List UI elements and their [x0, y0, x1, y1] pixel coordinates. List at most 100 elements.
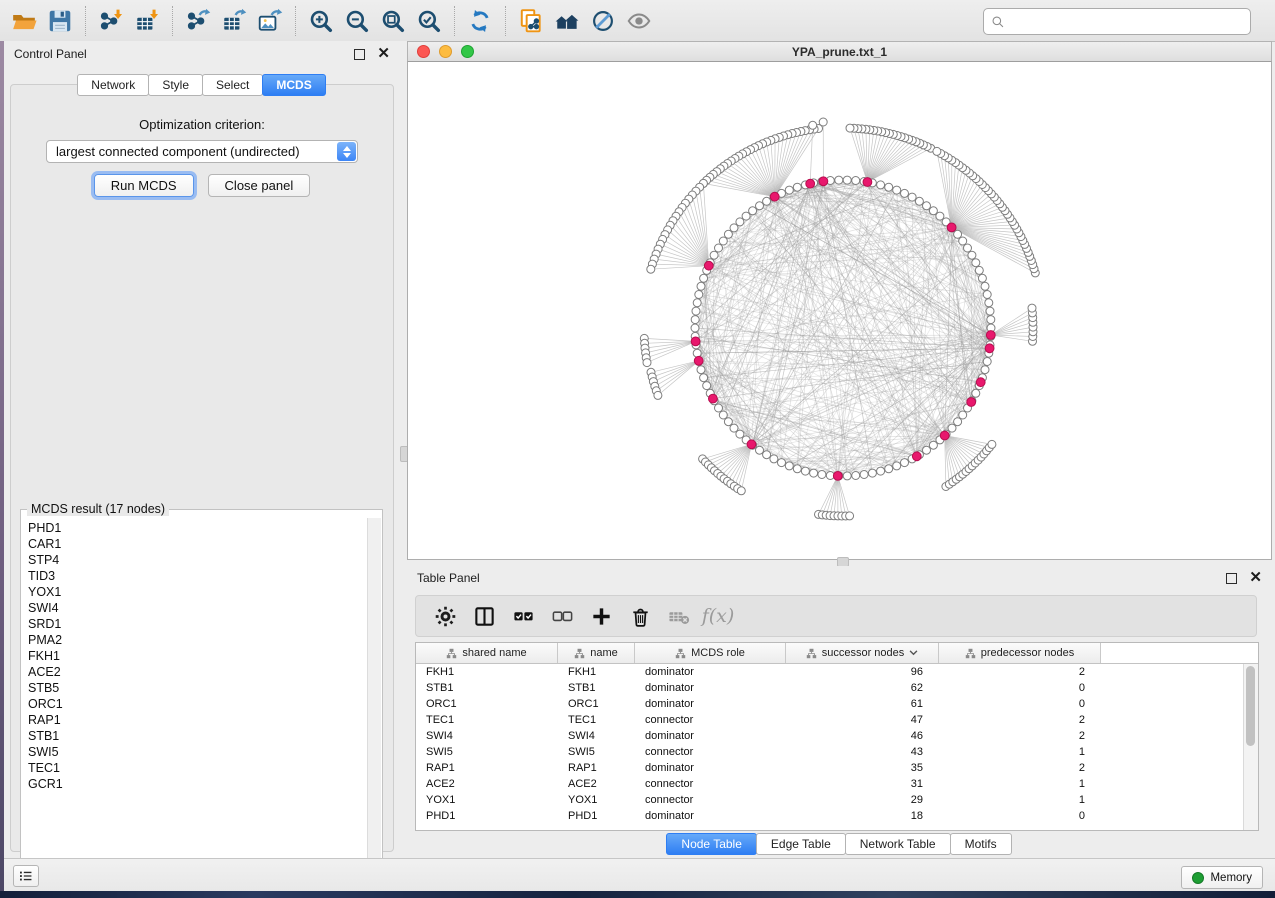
scrollbar-thumb[interactable] — [1246, 666, 1255, 746]
panel-list-button[interactable] — [13, 865, 39, 887]
zoom-selected-button[interactable] — [411, 4, 447, 38]
export-network-button[interactable] — [180, 4, 216, 38]
column-header-shared-name[interactable]: shared name — [416, 643, 558, 663]
home-icon — [554, 8, 580, 34]
result-list-item[interactable]: FKH1 — [28, 648, 368, 664]
close-panel-x-icon[interactable]: ✕ — [377, 49, 390, 59]
column-header-successor-nodes[interactable]: successor nodes — [786, 643, 939, 663]
zoom-out-button[interactable] — [339, 4, 375, 38]
vertical-splitter[interactable] — [400, 41, 407, 858]
tab-motifs[interactable]: Motifs — [950, 833, 1012, 855]
result-list-item[interactable]: STB1 — [28, 728, 368, 744]
float-panel-icon[interactable] — [1226, 573, 1237, 584]
result-list-item[interactable]: ORC1 — [28, 696, 368, 712]
export-image-button[interactable] — [252, 4, 288, 38]
tab-mcds[interactable]: MCDS — [262, 74, 325, 96]
result-list-item[interactable]: CAR1 — [28, 536, 368, 552]
columns-button[interactable] — [467, 600, 501, 632]
result-list-item[interactable]: SRD1 — [28, 616, 368, 632]
search-box[interactable] — [983, 8, 1251, 35]
clone-network-button[interactable] — [513, 4, 549, 38]
column-label: MCDS role — [691, 647, 745, 659]
table-row[interactable]: SWI5SWI5connector431 — [416, 744, 1258, 760]
add-column-button[interactable] — [584, 600, 618, 632]
memory-status-icon — [1192, 872, 1204, 884]
column-header-MCDS-role[interactable]: MCDS role — [635, 643, 786, 663]
search-input[interactable] — [1010, 11, 1250, 33]
table-row[interactable]: FKH1FKH1dominator962 — [416, 664, 1258, 680]
table-row[interactable]: RAP1RAP1dominator352 — [416, 760, 1258, 776]
column-label: shared name — [462, 647, 526, 659]
columns-icon — [473, 605, 496, 628]
optimization-criterion-select[interactable]: largest connected component (undirected) — [46, 140, 358, 163]
result-list-item[interactable]: ACE2 — [28, 664, 368, 680]
cell-predecessor-nodes: 2 — [939, 762, 1101, 774]
memory-button[interactable]: Memory — [1181, 866, 1263, 889]
delete-column-button[interactable] — [623, 600, 657, 632]
hide-details-button[interactable] — [585, 4, 621, 38]
show-details-button[interactable] — [621, 4, 657, 38]
zoom-in-button[interactable] — [303, 4, 339, 38]
import-table-icon — [134, 8, 160, 34]
network-graph[interactable] — [408, 62, 1271, 559]
tab-style[interactable]: Style — [148, 74, 203, 96]
cell-shared-name: ACE2 — [416, 778, 558, 790]
result-list-item[interactable]: STB5 — [28, 680, 368, 696]
result-list-item[interactable]: PMA2 — [28, 632, 368, 648]
settings-button[interactable] — [428, 600, 462, 632]
table-toolbar: f(x) — [415, 595, 1257, 637]
import-network-button[interactable] — [93, 4, 129, 38]
cell-shared-name: STB1 — [416, 682, 558, 694]
export-table-icon — [221, 8, 247, 34]
result-list-item[interactable]: TEC1 — [28, 760, 368, 776]
export-table-button[interactable] — [216, 4, 252, 38]
network-view-canvas[interactable] — [407, 62, 1272, 560]
refresh-button[interactable] — [462, 4, 498, 38]
mcds-result-scrollbar[interactable] — [367, 518, 381, 878]
show-all-columns-button[interactable] — [506, 600, 540, 632]
open-icon — [11, 8, 37, 34]
close-panel-x-icon[interactable]: ✕ — [1249, 573, 1262, 583]
close-panel-button[interactable]: Close panel — [208, 174, 311, 197]
result-list-item[interactable]: STP4 — [28, 552, 368, 568]
tab-node-table[interactable]: Node Table — [666, 833, 757, 855]
table-row[interactable]: SWI4SWI4dominator462 — [416, 728, 1258, 744]
home-button[interactable] — [549, 4, 585, 38]
toolbar-separator — [295, 6, 296, 36]
table-scrollbar[interactable] — [1243, 664, 1258, 830]
column-header-name[interactable]: name — [558, 643, 635, 663]
mcds-result-list[interactable]: PHD1CAR1STP4TID3YOX1SWI4SRD1PMA2FKH1ACE2… — [22, 518, 368, 878]
run-mcds-button[interactable]: Run MCDS — [94, 174, 194, 197]
result-list-item[interactable]: PHD1 — [28, 520, 368, 536]
result-list-item[interactable]: RAP1 — [28, 712, 368, 728]
cell-name: YOX1 — [558, 794, 635, 806]
table-row[interactable]: ORC1ORC1dominator610 — [416, 696, 1258, 712]
result-list-item[interactable]: SWI5 — [28, 744, 368, 760]
cell-successor-nodes: 47 — [786, 714, 939, 726]
save-button[interactable] — [42, 4, 78, 38]
float-panel-icon[interactable] — [354, 49, 365, 60]
table-row[interactable]: YOX1YOX1connector291 — [416, 792, 1258, 808]
result-list-item[interactable]: GCR1 — [28, 776, 368, 792]
table-row[interactable]: STB1STB1dominator620 — [416, 680, 1258, 696]
column-header-predecessor-nodes[interactable]: predecessor nodes — [939, 643, 1101, 663]
network-window-titlebar[interactable]: YPA_prune.txt_1 — [407, 41, 1272, 62]
open-button[interactable] — [6, 4, 42, 38]
tab-network[interactable]: Network — [77, 74, 149, 96]
import-table-button[interactable] — [129, 4, 165, 38]
attribute-type-icon — [965, 648, 976, 659]
zoom-fit-button[interactable] — [375, 4, 411, 38]
result-list-item[interactable]: YOX1 — [28, 584, 368, 600]
tab-select[interactable]: Select — [202, 74, 263, 96]
tab-edge-table[interactable]: Edge Table — [756, 833, 846, 855]
tab-network-table[interactable]: Network Table — [845, 833, 951, 855]
zoom-selected-icon — [416, 8, 442, 34]
column-label: successor nodes — [822, 647, 905, 659]
result-list-item[interactable]: SWI4 — [28, 600, 368, 616]
table-row[interactable]: TEC1TEC1connector472 — [416, 712, 1258, 728]
table-row[interactable]: PHD1PHD1dominator180 — [416, 808, 1258, 824]
hide-all-columns-button[interactable] — [545, 600, 579, 632]
list-icon — [20, 869, 32, 883]
table-row[interactable]: ACE2ACE2connector311 — [416, 776, 1258, 792]
result-list-item[interactable]: TID3 — [28, 568, 368, 584]
